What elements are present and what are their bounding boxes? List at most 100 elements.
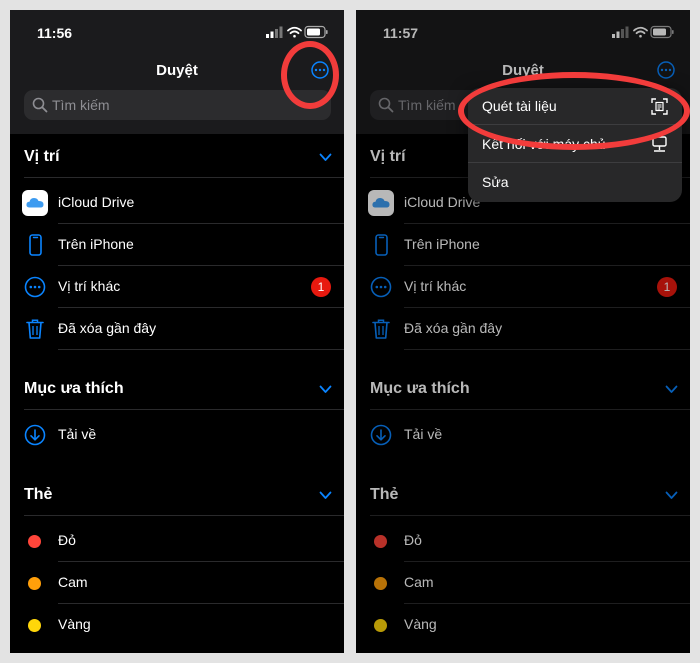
section-title: Mục ưa thích	[370, 380, 470, 397]
status-icons	[266, 25, 328, 39]
list-item-label: Đã xóa gần đây	[58, 320, 157, 336]
tag-color-dot	[374, 619, 387, 632]
list-item-label: iCloud Drive	[58, 194, 135, 210]
menu-item-scan-documents[interactable]: Quét tài liệu	[468, 88, 682, 125]
divider	[24, 515, 344, 516]
list-item-other-locations[interactable]: Vị trí khác 1	[356, 266, 690, 308]
section-title: Thẻ	[370, 486, 399, 503]
list-item-label: Trên iPhone	[58, 236, 134, 252]
list-item-on-iphone[interactable]: Trên iPhone	[356, 224, 690, 266]
section-title: Vị trí	[24, 148, 60, 165]
menu-item-label: Quét tài liệu	[482, 98, 557, 114]
tag-color-dot	[374, 535, 387, 548]
download-icon	[24, 424, 46, 446]
list-item-label: Đỏ	[404, 532, 422, 548]
iphone-icon	[375, 234, 388, 256]
search-icon	[32, 97, 48, 113]
popup-menu: Quét tài liệu Kết nối với máy chủ Sửa	[468, 88, 682, 202]
status-icons	[612, 25, 674, 39]
icloud-drive-icon	[368, 190, 394, 216]
menu-item-edit[interactable]: Sửa	[468, 164, 682, 201]
menu-item-connect-server[interactable]: Kết nối với máy chủ	[468, 126, 682, 163]
tag-color-dot	[374, 577, 387, 590]
list-item-tag-orange[interactable]: Cam	[10, 562, 344, 604]
navigation-header: 11:56 Duyệt	[10, 10, 344, 134]
list-item-label: Vị trí khác	[404, 278, 467, 294]
chevron-down-icon	[319, 153, 332, 161]
list-item-on-iphone[interactable]: Trên iPhone	[10, 224, 344, 266]
trash-icon	[372, 319, 390, 339]
divider	[370, 515, 690, 516]
section-header-tags[interactable]: Thẻ	[10, 476, 344, 516]
divider	[404, 349, 690, 350]
wifi-icon	[287, 26, 302, 38]
list-item-icloud-drive[interactable]: iCloud Drive	[10, 182, 344, 224]
section-header-favorites[interactable]: Mục ưa thích	[356, 370, 690, 410]
list-item-downloads[interactable]: Tải về	[356, 414, 690, 456]
iphone-icon	[29, 234, 42, 256]
download-icon	[370, 424, 392, 446]
chevron-down-icon	[665, 491, 678, 499]
list-item-recently-deleted[interactable]: Đã xóa gần đây	[10, 308, 344, 350]
list-item-label: Vàng	[404, 616, 437, 632]
menu-item-label: Kết nối với máy chủ	[482, 136, 606, 152]
signal-icon	[612, 26, 629, 38]
list-item-label: Trên iPhone	[404, 236, 480, 252]
list-item-label: Tải về	[404, 426, 443, 442]
server-icon	[652, 136, 667, 152]
icloud-drive-icon	[22, 190, 48, 216]
list-item-label: Cam	[58, 574, 88, 590]
section-header-favorites[interactable]: Mục ưa thích	[10, 370, 344, 410]
divider	[24, 177, 344, 178]
chevron-down-icon	[319, 385, 332, 393]
section-header-locations[interactable]: Vị trí	[10, 138, 344, 178]
list-item-label: Đỏ	[58, 532, 76, 548]
search-bar[interactable]	[24, 90, 331, 120]
list-item-label: Vàng	[58, 616, 91, 632]
list-item-label: Tải về	[58, 426, 97, 442]
list-item-tag-red[interactable]: Đỏ	[10, 520, 344, 562]
phone-screen-left: 11:56 Duyệt Tìm kiếm Vị trí iCloud Drive…	[10, 10, 344, 653]
page-title: Duyệt	[502, 62, 544, 79]
notification-badge: 1	[311, 277, 331, 297]
list-item-tag-yellow[interactable]: Vàng	[356, 604, 690, 646]
list-item-recently-deleted[interactable]: Đã xóa gần đây	[356, 308, 690, 350]
list-item-tag-red[interactable]: Đỏ	[356, 520, 690, 562]
menu-item-label: Sửa	[482, 174, 509, 190]
list-item-tag-orange[interactable]: Cam	[356, 562, 690, 604]
status-time: 11:57	[383, 25, 419, 41]
signal-icon	[266, 26, 283, 38]
notification-badge: 1	[657, 277, 677, 297]
divider	[58, 349, 344, 350]
search-icon	[378, 97, 394, 113]
chevron-down-icon	[665, 385, 678, 393]
list-item-label: Đã xóa gần đây	[404, 320, 503, 336]
tag-color-dot	[28, 619, 41, 632]
section-title: Mục ưa thích	[24, 380, 124, 397]
list-item-other-locations[interactable]: Vị trí khác 1	[10, 266, 344, 308]
divider	[468, 124, 682, 125]
divider	[24, 409, 344, 410]
battery-icon	[304, 25, 328, 39]
section-header-tags[interactable]: Thẻ	[356, 476, 690, 516]
wifi-icon	[633, 26, 648, 38]
divider	[468, 162, 682, 163]
trash-icon	[26, 319, 44, 339]
status-time: 11:56	[37, 25, 73, 41]
section-title: Vị trí	[370, 148, 406, 165]
battery-icon	[650, 25, 674, 39]
list-item-label: Vị trí khác	[58, 278, 121, 294]
list-item-tag-yellow[interactable]: Vàng	[10, 604, 344, 646]
tag-color-dot	[28, 577, 41, 590]
page-title: Duyệt	[156, 62, 198, 79]
more-circle-icon	[370, 276, 392, 298]
more-circle-icon	[24, 276, 46, 298]
phone-screen-right: 11:57 Duyệt Tìm kiếm Vị trí iCloud Drive…	[356, 10, 690, 653]
more-options-button[interactable]	[311, 61, 329, 79]
chevron-down-icon	[319, 491, 332, 499]
scan-document-icon	[651, 98, 668, 115]
more-options-button[interactable]	[657, 61, 675, 79]
tag-color-dot	[28, 535, 41, 548]
search-input[interactable]	[52, 90, 322, 120]
list-item-downloads[interactable]: Tải về	[10, 414, 344, 456]
